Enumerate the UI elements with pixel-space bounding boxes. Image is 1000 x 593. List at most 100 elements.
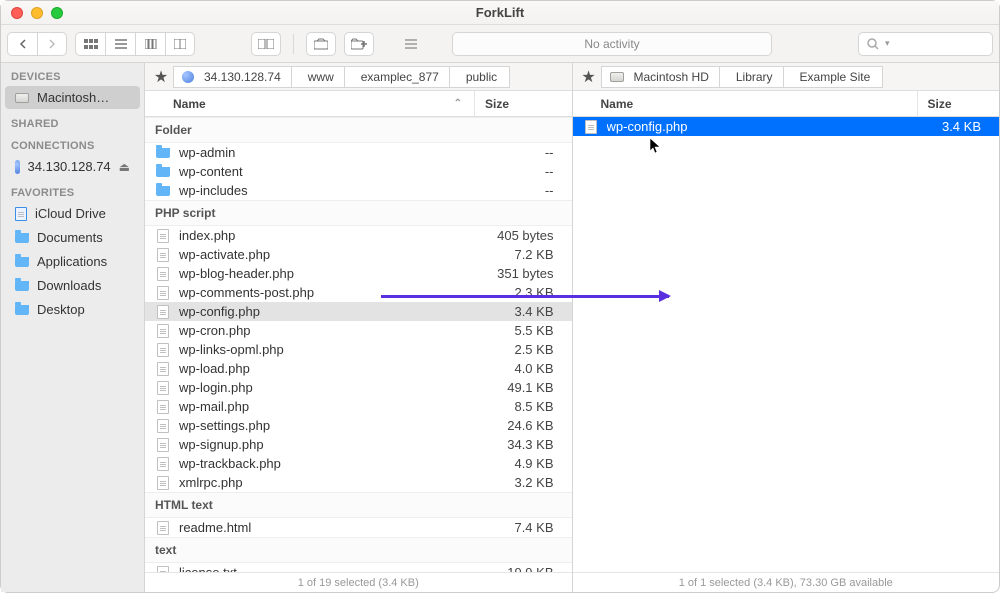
group-header: PHP script [145,200,572,226]
sidebar-item-macintosh-hd[interactable]: Macintosh… [5,86,140,109]
breadcrumb-item[interactable]: 34.130.128.74 [173,66,293,88]
view-column-button[interactable] [135,32,165,56]
sort-caret-icon: ⌃ [454,98,462,109]
file-row[interactable]: index.php405 bytes [145,226,572,245]
file-row[interactable]: xmlrpc.php3.2 KB [145,473,572,492]
sidebar-favorite-item[interactable]: Desktop [5,298,140,321]
file-icon [157,521,169,535]
search-icon [867,38,879,50]
file-row[interactable]: wp-load.php4.0 KB [145,359,572,378]
favorite-star-button[interactable]: ★ [149,67,173,87]
file-row[interactable]: wp-comments-post.php2.3 KB [145,283,572,302]
sidebar: DEVICES Macintosh… SHARED CONNECTIONS 34… [1,63,145,592]
right-file-list[interactable]: wp-config.php3.4 KB [573,117,1000,572]
globe-icon [182,71,194,83]
file-row[interactable]: wp-links-opml.php2.5 KB [145,340,572,359]
file-row[interactable]: readme.html7.4 KB [145,518,572,537]
file-icon [157,324,169,338]
file-row[interactable]: wp-mail.php8.5 KB [145,397,572,416]
file-row[interactable]: wp-content-- [145,162,572,181]
left-status: 1 of 19 selected (3.4 KB) [145,572,572,592]
breadcrumb-item[interactable]: Example Site [783,66,884,88]
left-columns: Name ⌃ Size [145,91,572,117]
breadcrumb-item[interactable]: examplec_877 [344,66,451,88]
file-row[interactable]: wp-admin-- [145,143,572,162]
app-title: ForkLift [1,5,999,20]
file-row[interactable]: wp-login.php49.1 KB [145,378,572,397]
view-split-button[interactable] [165,32,195,56]
file-icon [157,343,169,357]
chevron-down-icon: ▾ [885,38,890,49]
folder-icon [156,167,170,177]
file-icon [157,381,169,395]
left-pathbar: ★ 34.130.128.74wwwexamplec_877public [145,63,572,91]
column-name-header[interactable]: Name [573,91,918,116]
file-row[interactable]: wp-trackback.php4.9 KB [145,454,572,473]
breadcrumb-item[interactable]: www [291,66,346,88]
hamburger-icon [405,39,417,49]
sidebar-favorite-item[interactable]: Documents [5,226,140,249]
file-icon [157,286,169,300]
sidebar-head-shared: SHARED [1,110,144,132]
activity-bar: No activity [452,32,772,56]
hd-icon [15,93,29,103]
file-row[interactable]: wp-signup.php34.3 KB [145,435,572,454]
sidebar-head-favorites: FAVORITES [1,179,144,201]
folder-icon [15,257,29,267]
file-icon [157,305,169,319]
sidebar-item-connection[interactable]: 34.130.128.74 ⏏ [5,155,140,178]
file-row[interactable]: wp-activate.php7.2 KB [145,245,572,264]
file-row[interactable]: wp-cron.php5.5 KB [145,321,572,340]
file-icon [157,229,169,243]
folder-icon [15,281,29,291]
left-pane: ★ 34.130.128.74wwwexamplec_877public Nam… [145,63,573,592]
eject-icon[interactable]: ⏏ [119,160,130,174]
file-row[interactable]: wp-config.php3.4 KB [145,302,572,321]
back-button[interactable] [7,32,37,56]
group-header: HTML text [145,492,572,518]
favorite-star-button[interactable]: ★ [577,67,601,87]
file-icon [15,207,27,221]
file-row[interactable]: wp-settings.php24.6 KB [145,416,572,435]
sidebar-favorite-item[interactable]: iCloud Drive [5,202,140,225]
right-pathbar: ★ Macintosh HDLibraryExample Site [573,63,1000,91]
file-row[interactable]: wp-includes-- [145,181,572,200]
file-row[interactable]: license.txt19.9 KB [145,563,572,572]
sidebar-favorite-item[interactable]: Downloads [5,274,140,297]
search-field[interactable]: ▾ [858,32,993,56]
folder-icon [15,233,29,243]
forward-button[interactable] [37,32,67,56]
hd-icon [610,72,624,82]
right-columns: Name Size [573,91,1000,117]
right-status: 1 of 1 selected (3.4 KB), 73.30 GB avail… [573,572,1000,592]
globe-icon [15,160,20,174]
file-icon [157,419,169,433]
file-icon [157,566,169,573]
column-size-header[interactable]: Size [918,91,1000,116]
titlebar: ForkLift [1,1,999,25]
left-file-list[interactable]: Folderwp-admin--wp-content--wp-includes-… [145,117,572,572]
dual-pane-button[interactable] [251,32,281,56]
sync-button[interactable] [306,32,336,56]
file-row[interactable]: wp-blog-header.php351 bytes [145,264,572,283]
folder-icon [156,148,170,158]
file-icon [157,438,169,452]
view-icon-button[interactable] [75,32,105,56]
view-list-button[interactable] [105,32,135,56]
file-icon [157,457,169,471]
breadcrumb-item[interactable]: public [449,66,510,88]
toolbar: No activity ▾ [1,25,999,63]
breadcrumb-item[interactable]: Library [719,66,785,88]
column-size-header[interactable]: Size [475,91,572,116]
new-folder-button[interactable] [344,32,374,56]
group-header: text [145,537,572,563]
file-row[interactable]: wp-config.php3.4 KB [573,117,1000,136]
file-icon [157,267,169,281]
breadcrumb-item[interactable]: Macintosh HD [601,66,721,88]
sidebar-head-devices: DEVICES [1,63,144,85]
folder-icon [15,305,29,315]
file-icon [157,476,169,490]
sidebar-favorite-item[interactable]: Applications [5,250,140,273]
file-icon [157,362,169,376]
column-name-header[interactable]: Name ⌃ [145,91,475,116]
